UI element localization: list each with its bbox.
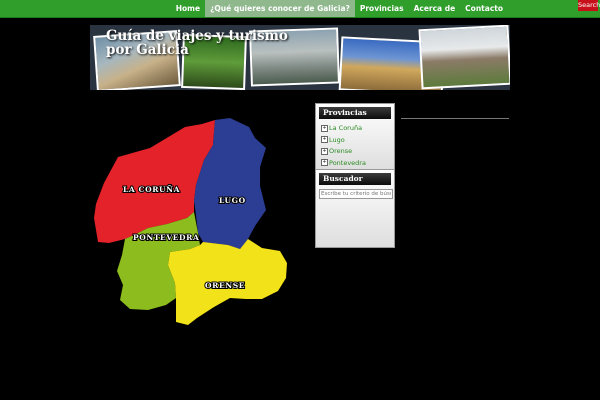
- map-region-la-coruna[interactable]: [94, 120, 215, 243]
- expand-icon: +: [321, 159, 328, 166]
- top-navigation-bar: Home ¿Qué quieres conocer de Galicia? Pr…: [0, 0, 600, 18]
- buscador-widget: Buscador: [315, 169, 395, 248]
- provincia-link-label: Pontevedra: [329, 158, 366, 167]
- map-label-orense: ORENSE: [205, 281, 245, 290]
- map-label-la-coruna: LA CORUÑA: [123, 185, 180, 194]
- banner-photo-walls: [418, 25, 510, 90]
- provincia-link-label: Lugo: [329, 135, 345, 144]
- provincia-link-pontevedra[interactable]: + Pontevedra: [316, 158, 394, 170]
- site-title[interactable]: Guía de viajes y turismo por Galicia: [106, 29, 316, 57]
- provincia-link-orense[interactable]: + Orense: [316, 146, 394, 158]
- expand-icon: +: [321, 136, 328, 143]
- nav-provincias[interactable]: Provincias: [355, 0, 409, 17]
- search-button[interactable]: Search: [578, 0, 600, 11]
- provincia-link-label: La Coruña: [329, 124, 363, 132]
- nav-que-quieres-conocer[interactable]: ¿Qué quieres conocer de Galicia?: [205, 0, 355, 17]
- expand-icon: +: [321, 124, 328, 132]
- nav-home[interactable]: Home: [171, 0, 205, 17]
- galicia-map: LA CORUÑA LUGO PONTEVEDRA ORENSE: [94, 118, 287, 325]
- expand-icon: +: [321, 147, 328, 155]
- map-label-lugo: LUGO: [219, 196, 246, 205]
- buscador-widget-title: Buscador: [319, 173, 391, 185]
- map-label-pontevedra: PONTEVEDRA: [133, 233, 199, 242]
- provincia-link-lugo[interactable]: + Lugo: [316, 135, 394, 147]
- nav-contacto[interactable]: Contacto: [460, 0, 508, 17]
- nav-acerca-de[interactable]: Acerca de: [409, 0, 461, 17]
- provincias-widget: Provincias + La Coruña + Lugo + Orense + Pon…: [315, 103, 395, 171]
- search-input[interactable]: [319, 189, 393, 199]
- provincia-link-la-coruna[interactable]: + La Coruña: [316, 123, 394, 135]
- main-menu: Home ¿Qué quieres conocer de Galicia? Pr…: [171, 0, 508, 17]
- provincias-widget-title: Provincias: [319, 107, 391, 119]
- provincia-link-label: Orense: [329, 147, 353, 155]
- header-banner: Guía de viajes y turismo por Galicia: [90, 25, 510, 90]
- content-divider: [401, 118, 509, 119]
